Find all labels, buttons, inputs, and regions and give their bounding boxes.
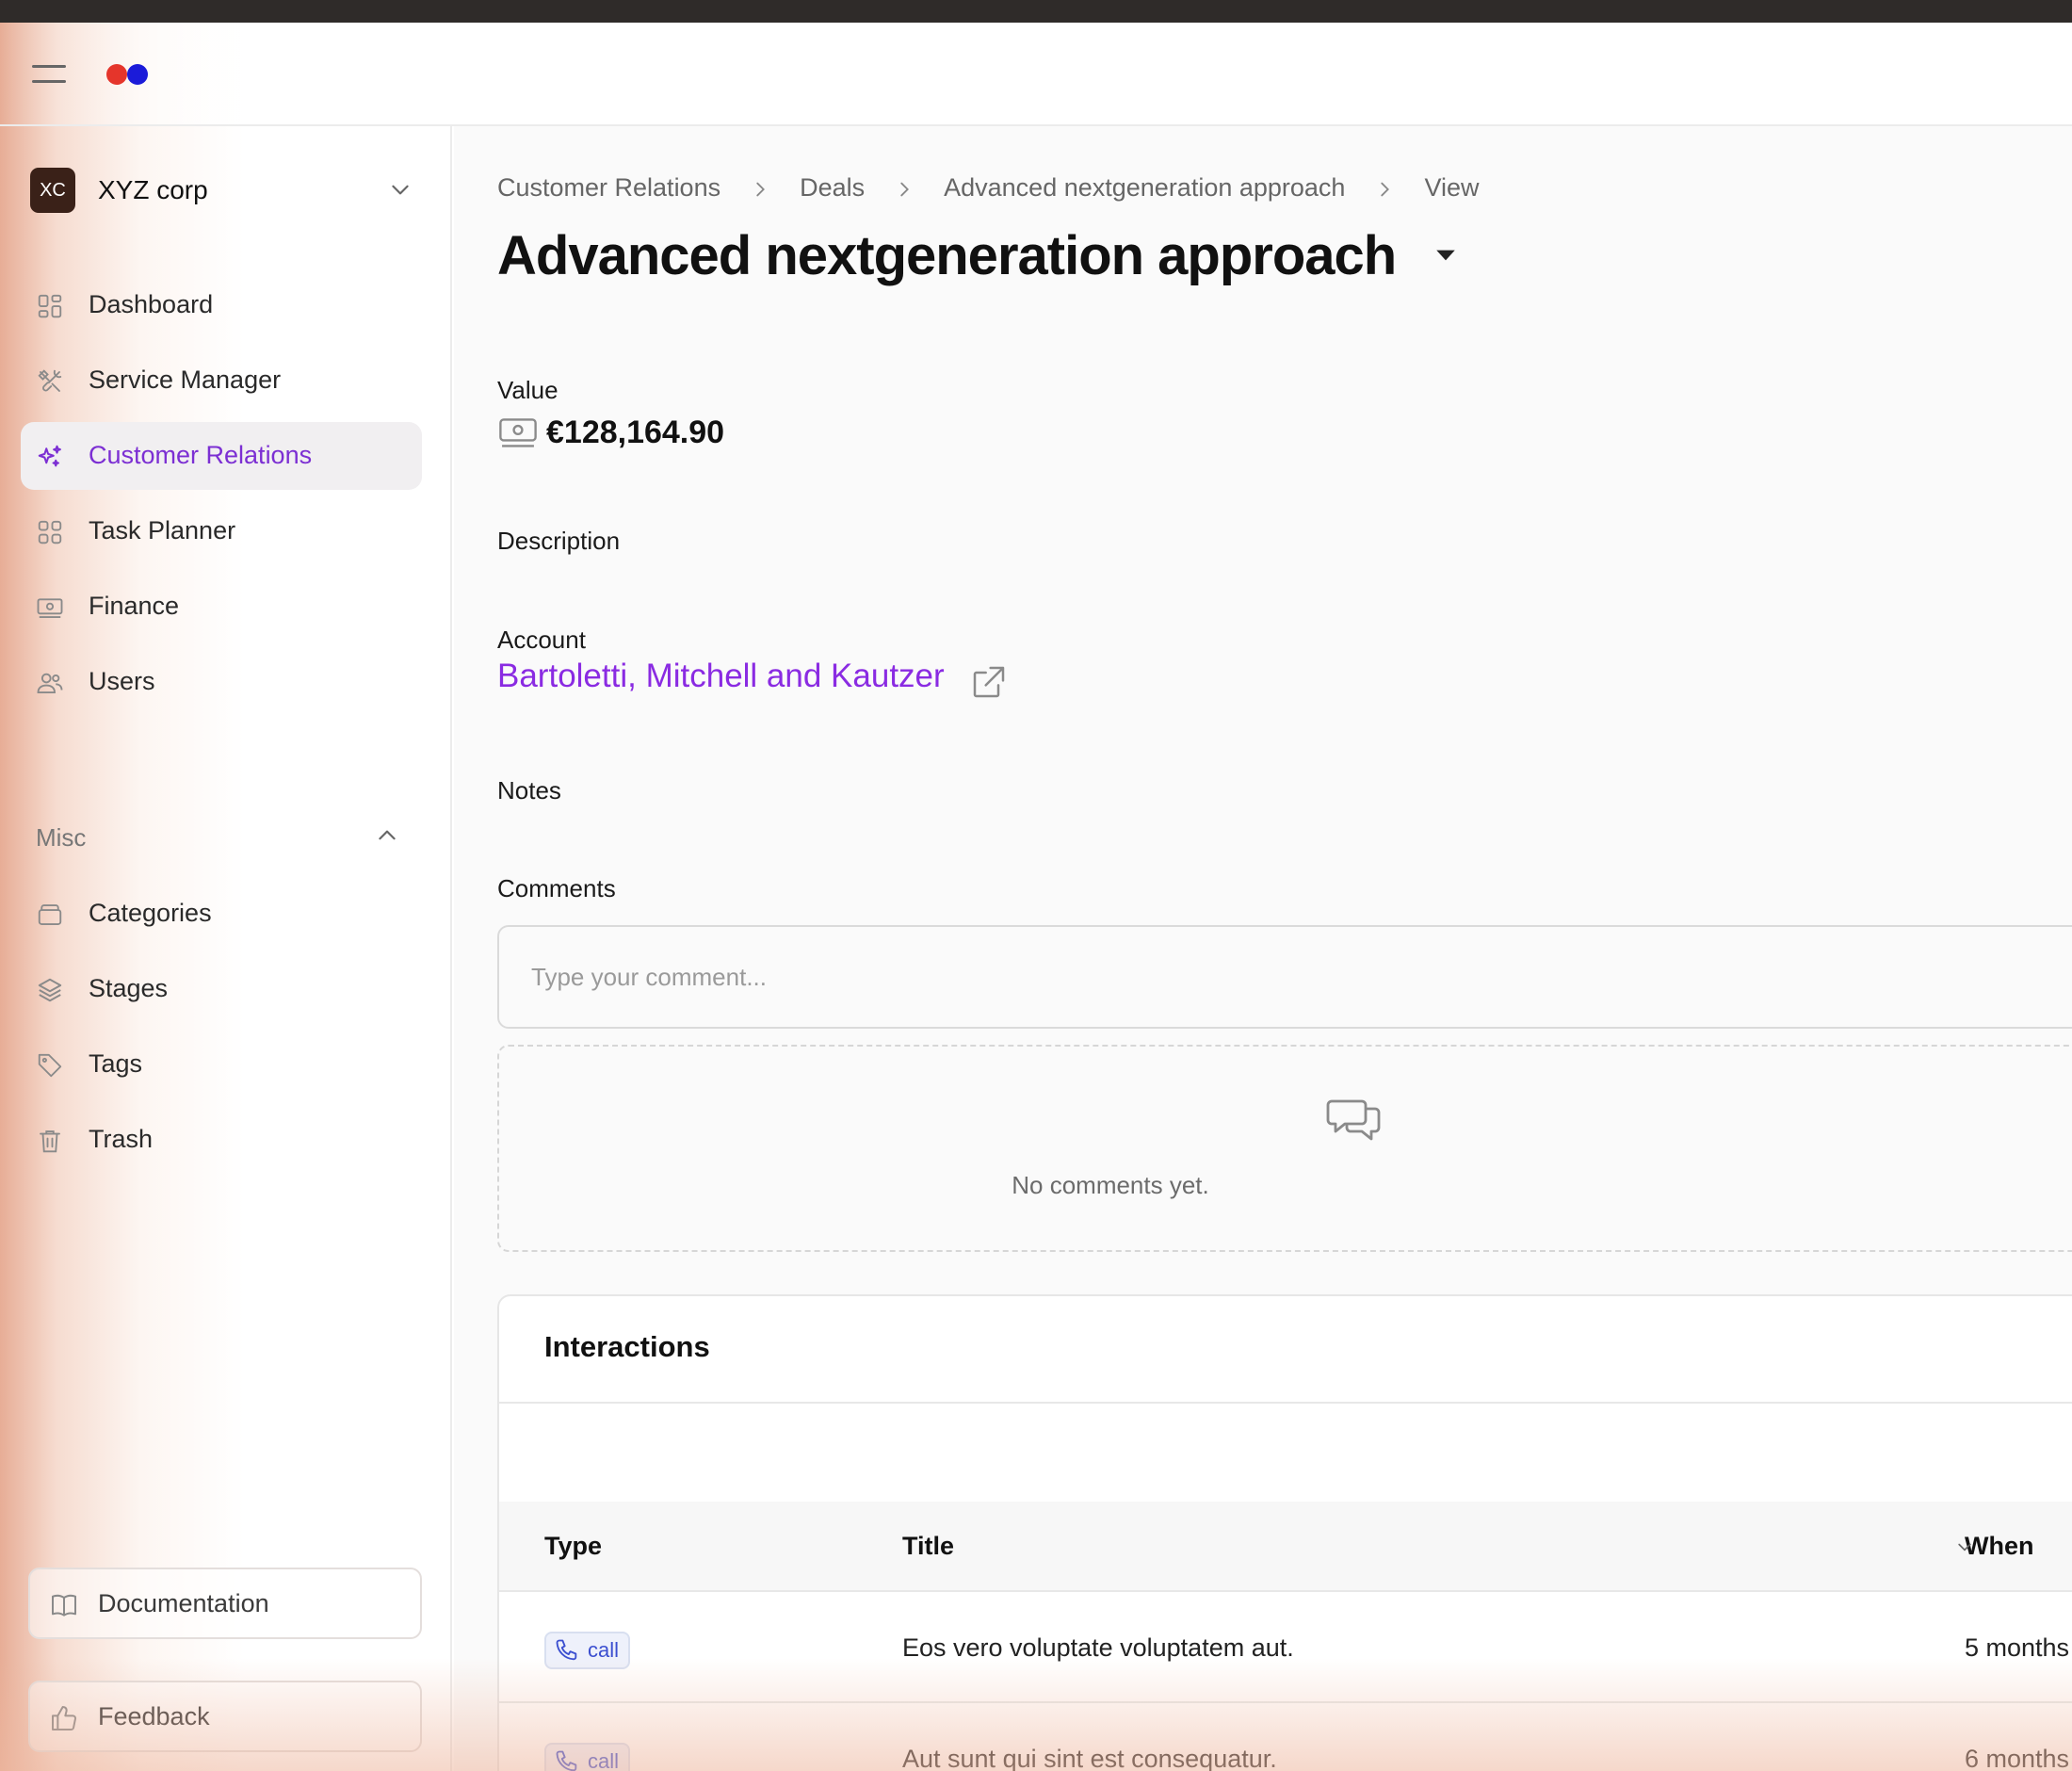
column-header-type[interactable]: Type	[544, 1532, 602, 1561]
sidebar-item-task-planner[interactable]: Task Planner	[21, 497, 422, 565]
documentation-button[interactable]: Documentation	[28, 1568, 422, 1639]
sidebar-item-label: Trash	[89, 1125, 154, 1153]
sidebar-item-trash[interactable]: Trash	[21, 1106, 422, 1174]
trash-icon	[40, 1130, 60, 1153]
description-label: Description	[497, 527, 621, 555]
chevron-right-icon	[756, 182, 766, 197]
sidebar-item-label: Task Planner	[89, 516, 236, 544]
comment-input[interactable]	[497, 925, 2072, 1029]
column-header-when[interactable]: When	[1965, 1532, 2034, 1561]
app-window: XC XYZ corp Dashboard Service Manager Cu…	[0, 23, 2072, 1771]
column-header-title[interactable]: Title	[902, 1532, 954, 1561]
chevron-down-icon[interactable]	[1954, 1537, 1975, 1556]
table-header: Type Title When	[499, 1502, 2072, 1592]
sidebar-item-stages[interactable]: Stages	[21, 955, 422, 1023]
breadcrumb: Customer Relations Deals Advanced nextgene…	[497, 173, 1480, 203]
sidebar-item-dashboard[interactable]: Dashboard	[21, 271, 422, 339]
empty-state-text: No comments yet.	[1012, 1171, 1209, 1199]
interactions-title: Interactions	[544, 1330, 710, 1363]
badge-label: call	[588, 1638, 620, 1662]
org-name: XYZ corp	[98, 175, 208, 204]
users-icon	[37, 673, 63, 693]
app-logo	[106, 64, 152, 85]
phone-icon	[556, 1639, 577, 1661]
caret-down-icon[interactable]	[1433, 247, 1458, 264]
sidebar-item-label: Dashboard	[89, 290, 214, 318]
sidebar-item-finance[interactable]: Finance	[21, 573, 422, 641]
type-badge[interactable]: call	[544, 1632, 631, 1669]
sidebar-item-categories[interactable]: Categories	[21, 880, 422, 948]
tag-icon	[38, 1053, 62, 1078]
row-when: 5 months	[1965, 1633, 2070, 1662]
account-label: Account	[497, 626, 586, 654]
value-label: Value	[497, 376, 558, 404]
book-icon	[52, 1594, 76, 1617]
account-link[interactable]: Bartoletti, Mitchell and Kautzer	[497, 658, 945, 695]
row-title: Aut sunt qui sint est consequatur.	[902, 1745, 1277, 1771]
external-link-icon[interactable]	[970, 663, 1008, 701]
org-switcher[interactable]: XC XYZ corp	[30, 166, 424, 215]
page-title: Advanced nextgeneration approach	[497, 225, 1397, 286]
feedback-button[interactable]: Feedback	[28, 1681, 422, 1752]
row-when: 6 months	[1965, 1745, 2070, 1771]
logo-dot-red	[106, 64, 127, 85]
top-bar	[0, 23, 2072, 126]
breadcrumb-item: View	[1424, 173, 1480, 202]
sparkles-icon	[38, 445, 61, 467]
org-avatar: XC	[30, 168, 75, 213]
feedback-label: Feedback	[98, 1702, 210, 1730]
sidebar-item-label: Categories	[89, 899, 212, 927]
chevron-right-icon	[1381, 182, 1390, 197]
chevron-up-icon[interactable]	[375, 823, 399, 848]
sidebar-item-label: Tags	[89, 1049, 143, 1078]
breadcrumb-item[interactable]: Deals	[800, 173, 865, 203]
divider	[499, 1402, 2072, 1404]
box-icon	[38, 904, 62, 925]
sidebar-item-label: Stages	[89, 974, 169, 1002]
sidebar-item-service-manager[interactable]: Service Manager	[21, 347, 422, 414]
banknote-icon	[499, 418, 537, 447]
grid-icon	[38, 294, 62, 318]
value-amount: €128,164.90	[546, 414, 725, 450]
sidebar-item-users[interactable]: Users	[21, 648, 422, 716]
comments-label: Comments	[497, 874, 616, 902]
value-field: €128,164.90	[497, 409, 724, 456]
thumbs-up-icon	[52, 1706, 76, 1730]
documentation-label: Documentation	[98, 1589, 269, 1617]
table-row[interactable]: call Aut sunt qui sint est consequatur. …	[499, 1705, 2072, 1771]
sidebar-item-tags[interactable]: Tags	[21, 1031, 422, 1098]
row-title: Eos vero voluptate voluptatem aut.	[902, 1633, 1294, 1662]
type-badge[interactable]: call	[544, 1743, 631, 1771]
squares-icon	[38, 520, 62, 544]
chevron-down-icon	[392, 185, 409, 195]
comments-empty-state: No comments yet.	[497, 1045, 2072, 1252]
sidebar-item-label: Service Manager	[89, 366, 282, 394]
sidebar-item-label: Finance	[89, 592, 180, 620]
breadcrumb-item[interactable]: Advanced nextgeneration approach	[944, 173, 1345, 203]
main-content: Customer Relations Deals Advanced nextgene…	[454, 126, 2072, 1771]
logo-dot-blue	[127, 64, 148, 85]
notes-label: Notes	[497, 776, 561, 804]
banknote-icon	[37, 598, 63, 618]
tools-icon	[38, 369, 62, 392]
badge-label: call	[588, 1749, 620, 1771]
sidebar-item-customer-relations[interactable]: Customer Relations	[21, 422, 422, 490]
breadcrumb-item[interactable]: Customer Relations	[497, 173, 720, 203]
table-row[interactable]: call Eos vero voluptate voluptatem aut. …	[499, 1594, 2072, 1703]
menu-icon[interactable]	[32, 63, 68, 86]
sidebar-item-label: Customer Relations	[89, 441, 313, 469]
sidebar-item-label: Users	[89, 667, 155, 695]
phone-icon	[556, 1750, 577, 1771]
sidebar: XC XYZ corp Dashboard Service Manager Cu…	[0, 126, 452, 1771]
misc-section-label: Misc	[36, 823, 87, 852]
chevron-right-icon	[900, 182, 910, 197]
chat-bubbles-icon	[1326, 1099, 1381, 1141]
layers-icon	[38, 978, 62, 1002]
interactions-panel: Interactions Type Title When call Eos ve…	[497, 1294, 2072, 1771]
